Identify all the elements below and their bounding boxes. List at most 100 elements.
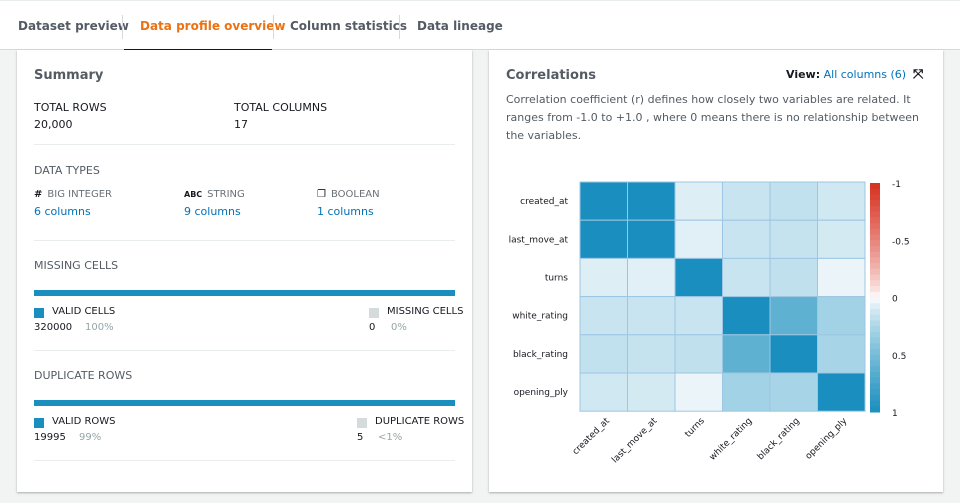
missing-cells-value: 0: [369, 322, 376, 333]
heatmap-cell: [674, 334, 723, 374]
summary-panel: Summary TOTAL ROWS 20,000 TOTAL COLUMNS …: [17, 50, 472, 492]
tab-data-lineage[interactable]: Data lineage: [417, 1, 503, 51]
correlations-panel: Correlations View: All columns (6) ⤧ Cor…: [489, 50, 943, 492]
heatmap-cell: [674, 296, 723, 336]
row-label: last_move_at: [509, 235, 569, 245]
colorbar-segment: [870, 394, 880, 402]
colorbar-segment: [870, 383, 880, 390]
colorbar-segment: [870, 223, 880, 230]
duplicate-rows-value: 5: [357, 432, 364, 443]
heatmap-cell: [627, 257, 676, 298]
colorbar-segment: [870, 194, 880, 201]
type-string: ABC STRING: [184, 189, 245, 200]
tab-data-profile-overview[interactable]: Data profile overview: [124, 1, 285, 51]
total-rows-value: 20,000: [34, 118, 73, 131]
colorbar-segment: [870, 343, 880, 350]
boolean-icon: ❐: [317, 189, 326, 200]
correlation-heatmap: created_atlast_move_atturnswhite_ratingb…: [509, 180, 910, 465]
colorbar-segment: [870, 303, 880, 310]
divider: [34, 240, 455, 241]
row-label: white_rating: [512, 312, 568, 322]
valid-cells-swatch: [34, 308, 44, 318]
tab-column-statistics[interactable]: Column statistics: [290, 1, 407, 51]
colorbar-segment: [870, 354, 880, 361]
column-label: created_at: [571, 416, 612, 457]
duplicate-rows-legend-label: DUPLICATE ROWS: [375, 416, 465, 427]
colorbar-segment: [870, 245, 880, 253]
heatmap-cell: [769, 257, 818, 298]
heatmap-cell: [769, 334, 818, 374]
summary-title: Summary: [34, 68, 104, 83]
colorbar-tick-label: -1: [892, 180, 901, 190]
heatmap-cell: [817, 296, 866, 336]
heatmap-cell: [627, 181, 676, 221]
missing-cells-swatch: [369, 308, 379, 318]
colorbar-segment: [870, 205, 880, 213]
hash-icon: #: [34, 189, 43, 200]
colorbar-segment: [870, 217, 880, 224]
row-label: black_rating: [513, 350, 568, 360]
colorbar-segment: [870, 291, 880, 298]
heatmap-cell: [579, 181, 628, 221]
heatmap-cell: [769, 372, 818, 412]
tab-dataset-preview[interactable]: Dataset preview: [18, 1, 129, 51]
colorbar-segment: [870, 268, 880, 276]
heatmap-cell: [579, 257, 628, 298]
column-label: black_rating: [756, 416, 802, 462]
colorbar-segment: [870, 377, 880, 384]
total-columns-value: 17: [234, 118, 248, 131]
colorbar-tick-label: -0.5: [892, 237, 910, 247]
valid-rows-swatch: [34, 418, 44, 428]
colorbar-segment: [870, 211, 880, 218]
boolean-columns-link[interactable]: 1 columns: [317, 205, 374, 218]
divider: [34, 350, 455, 351]
colorbar-segment: [870, 280, 880, 287]
heatmap-cell: [817, 257, 866, 298]
missing-cells-label: MISSING CELLS: [34, 259, 119, 272]
heatmap-cell: [817, 372, 866, 412]
data-types-label: DATA TYPES: [34, 164, 100, 177]
heatmap-cell: [722, 334, 771, 374]
colorbar-segment: [870, 257, 880, 264]
colorbar-tick-label: 1: [892, 409, 898, 419]
heatmap-cell: [579, 219, 628, 259]
heatmap-cell: [769, 181, 818, 221]
colorbar-segment: [870, 320, 880, 327]
valid-rows-value: 19995: [34, 432, 66, 443]
colorbar-segment: [870, 286, 880, 293]
colorbar-segment: [870, 349, 880, 356]
colorbar-segment: [870, 200, 880, 207]
heatmap-cell: [817, 334, 866, 374]
tab-divider: [273, 15, 274, 39]
heatmap-cell: [817, 219, 866, 259]
colorbar-segment: [870, 240, 880, 247]
duplicate-rows-label: DUPLICATE ROWS: [34, 369, 133, 382]
colorbar-segment: [870, 389, 880, 396]
colorbar-segment: [870, 297, 880, 304]
colorbar-segment: [870, 183, 880, 190]
column-label: last_move_at: [610, 416, 659, 465]
divider: [34, 144, 455, 145]
colorbar-segment: [870, 406, 880, 413]
missing-cells-pct: 0%: [391, 322, 407, 333]
row-label: created_at: [520, 197, 568, 207]
row-label: opening_ply: [514, 388, 569, 398]
valid-cells-pct: 100%: [85, 322, 114, 333]
colorbar-segment: [870, 251, 880, 258]
type-name: BOOLEAN: [330, 189, 380, 200]
heatmap-cell: [579, 334, 628, 374]
valid-rows-label: VALID ROWS: [52, 416, 116, 427]
string-columns-link[interactable]: 9 columns: [184, 205, 241, 218]
heatmap-cell: [579, 372, 628, 412]
colorbar-segment: [870, 234, 880, 241]
duplicate-rows-pct: <1%: [378, 432, 403, 443]
colorbar-segment: [870, 360, 880, 367]
heatmap-cell: [627, 219, 676, 259]
heatmap-cell: [674, 372, 723, 412]
big-integer-columns-link[interactable]: 6 columns: [34, 205, 91, 218]
heatmap-cell: [674, 219, 723, 259]
colorbar-segment: [870, 400, 880, 407]
colorbar-segment: [870, 326, 880, 333]
tab-divider: [122, 15, 123, 39]
colorbar-tick-label: 0: [892, 295, 898, 305]
